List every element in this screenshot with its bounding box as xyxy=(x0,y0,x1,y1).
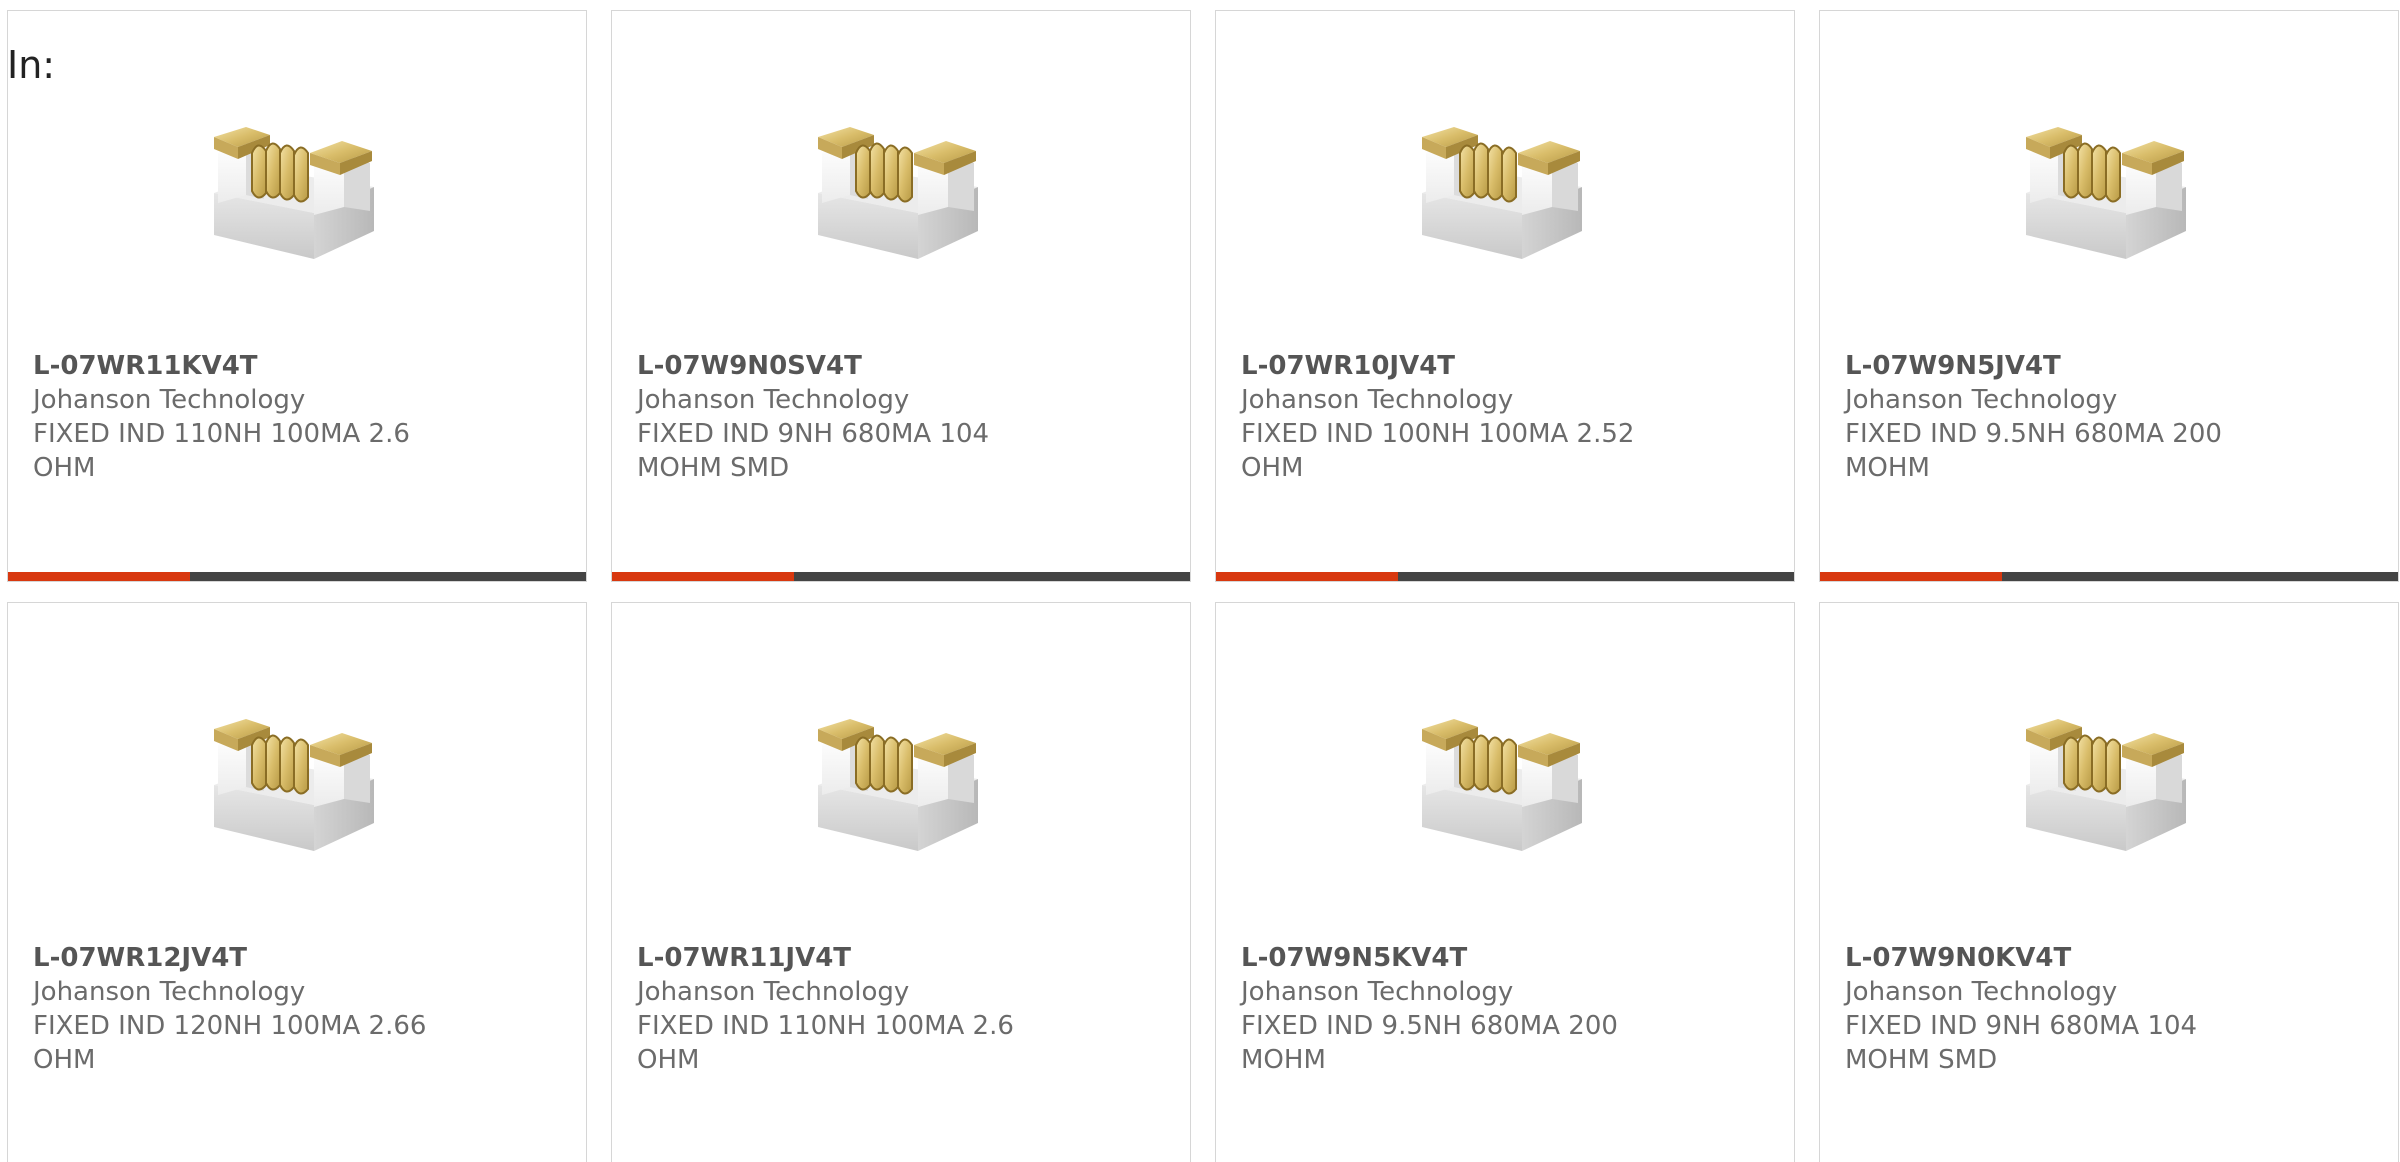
part-number[interactable]: L-07WR12JV4T xyxy=(33,941,463,975)
product-description: FIXED IND 9NH 680MA 104 MOHM SMD xyxy=(637,419,990,483)
smd-inductor-chip-icon[interactable] xyxy=(798,675,998,875)
part-number[interactable]: L-07WR11KV4T xyxy=(33,349,463,383)
manufacturer: Johanson Technology xyxy=(1845,385,2118,415)
product-info: L-07W9N0SV4T Johanson Technology FIXED I… xyxy=(637,349,1067,485)
product-card[interactable]: L-07W9N0SV4T Johanson Technology FIXED I… xyxy=(611,10,1191,582)
product-card[interactable]: L-07W9N5JV4T Johanson Technology FIXED I… xyxy=(1819,10,2399,582)
smd-inductor-chip-icon[interactable] xyxy=(798,83,998,283)
product-card[interactable]: L-07WR10JV4T Johanson Technology FIXED I… xyxy=(1215,10,1795,582)
part-number[interactable]: L-07W9N0KV4T xyxy=(1845,941,2275,975)
part-number[interactable]: L-07W9N5JV4T xyxy=(1845,349,2275,383)
manufacturer: Johanson Technology xyxy=(1241,385,1514,415)
product-description: FIXED IND 110NH 100MA 2.6 OHM xyxy=(33,419,410,483)
card-accent-bar xyxy=(1820,572,2002,581)
card-accent-bar xyxy=(612,572,794,581)
product-description: FIXED IND 110NH 100MA 2.6 OHM xyxy=(637,1011,1014,1075)
manufacturer: Johanson Technology xyxy=(1241,977,1514,1007)
product-description: FIXED IND 9.5NH 680MA 200 MOHM xyxy=(1845,419,2222,483)
part-number[interactable]: L-07WR10JV4T xyxy=(1241,349,1671,383)
card-accent-bar xyxy=(1216,572,1398,581)
card-bottom-bar xyxy=(612,572,1190,581)
product-info: L-07W9N5JV4T Johanson Technology FIXED I… xyxy=(1845,349,2275,485)
product-info: L-07W9N5KV4T Johanson Technology FIXED I… xyxy=(1241,941,1671,1077)
manufacturer: Johanson Technology xyxy=(637,385,910,415)
product-card[interactable]: L-07W9N5KV4T Johanson Technology FIXED I… xyxy=(1215,602,1795,1162)
product-info: L-07WR10JV4T Johanson Technology FIXED I… xyxy=(1241,349,1671,485)
product-card[interactable]: L-07WR11KV4T Johanson Technology FIXED I… xyxy=(7,10,587,582)
product-info: L-07WR12JV4T Johanson Technology FIXED I… xyxy=(33,941,463,1077)
manufacturer: Johanson Technology xyxy=(637,977,910,1007)
product-info: L-07W9N0KV4T Johanson Technology FIXED I… xyxy=(1845,941,2275,1077)
product-card[interactable]: L-07WR12JV4T Johanson Technology FIXED I… xyxy=(7,602,587,1162)
card-bottom-bar xyxy=(1216,572,1794,581)
part-number[interactable]: L-07WR11JV4T xyxy=(637,941,1067,975)
card-bottom-bar xyxy=(1820,572,2398,581)
manufacturer: Johanson Technology xyxy=(33,385,306,415)
smd-inductor-chip-icon[interactable] xyxy=(194,675,394,875)
manufacturer: Johanson Technology xyxy=(1845,977,2118,1007)
smd-inductor-chip-icon[interactable] xyxy=(1402,675,1602,875)
product-description: FIXED IND 9NH 680MA 104 MOHM SMD xyxy=(1845,1011,2198,1075)
smd-inductor-chip-icon[interactable] xyxy=(2006,83,2206,283)
smd-inductor-chip-icon[interactable] xyxy=(1402,83,1602,283)
product-info: L-07WR11KV4T Johanson Technology FIXED I… xyxy=(33,349,463,485)
product-description: FIXED IND 9.5NH 680MA 200 MOHM xyxy=(1241,1011,1618,1075)
product-card[interactable]: L-07WR11JV4T Johanson Technology FIXED I… xyxy=(611,602,1191,1162)
manufacturer: Johanson Technology xyxy=(33,977,306,1007)
filter-label: In: xyxy=(7,43,56,87)
smd-inductor-chip-icon[interactable] xyxy=(194,83,394,283)
part-number[interactable]: L-07W9N0SV4T xyxy=(637,349,1067,383)
product-description: FIXED IND 100NH 100MA 2.52 OHM xyxy=(1241,419,1635,483)
product-results-page: In: L-07WR11KV4T Johanson Technology FIX… xyxy=(0,0,2400,1162)
product-card[interactable]: L-07W9N0KV4T Johanson Technology FIXED I… xyxy=(1819,602,2399,1162)
card-bottom-bar xyxy=(8,572,586,581)
product-grid: L-07WR11KV4T Johanson Technology FIXED I… xyxy=(7,10,2399,1162)
part-number[interactable]: L-07W9N5KV4T xyxy=(1241,941,1671,975)
product-info: L-07WR11JV4T Johanson Technology FIXED I… xyxy=(637,941,1067,1077)
smd-inductor-chip-icon[interactable] xyxy=(2006,675,2206,875)
product-description: FIXED IND 120NH 100MA 2.66 OHM xyxy=(33,1011,427,1075)
card-accent-bar xyxy=(8,572,190,581)
